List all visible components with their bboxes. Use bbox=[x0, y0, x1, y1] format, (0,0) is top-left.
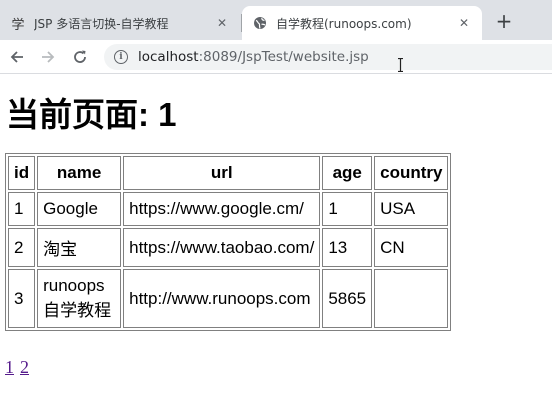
column-header-id: id bbox=[8, 156, 36, 190]
cell-id: 1 bbox=[8, 192, 36, 226]
close-icon[interactable]: ✕ bbox=[214, 15, 230, 31]
cell-country: CN bbox=[374, 228, 449, 267]
back-icon[interactable] bbox=[5, 45, 29, 69]
page-link-1[interactable]: 1 bbox=[5, 357, 14, 377]
tab-title: 自学教程(runoops.com) bbox=[276, 16, 412, 31]
browser-toolbar: i localhost:8089/JspTest/website.jsp bbox=[0, 40, 552, 74]
column-header-age: age bbox=[322, 156, 373, 190]
address-path: :8089/JspTest/website.jsp bbox=[198, 49, 369, 65]
table-row: 3 runoops自学教程 http://www.runoops.com 586… bbox=[8, 269, 449, 328]
cell-url: https://www.taobao.com/ bbox=[123, 228, 321, 267]
column-header-name: name bbox=[37, 156, 122, 190]
column-header-country: country bbox=[374, 156, 449, 190]
cell-name: Google bbox=[37, 192, 122, 226]
cell-name: 淘宝 bbox=[37, 228, 122, 267]
forward-icon[interactable] bbox=[36, 45, 60, 69]
cell-age: 5865 bbox=[322, 269, 373, 328]
column-header-url: url bbox=[123, 156, 321, 190]
table-row: 2 淘宝 https://www.taobao.com/ 13 CN bbox=[8, 228, 449, 267]
table-row: 1 Google https://www.google.cm/ 1 USA bbox=[8, 192, 449, 226]
address-bar[interactable]: i localhost:8089/JspTest/website.jsp bbox=[104, 44, 552, 70]
tab-runoops[interactable]: 自学教程(runoops.com) ✕ bbox=[242, 6, 482, 40]
page-link-2[interactable]: 2 bbox=[20, 357, 29, 377]
cell-url: https://www.google.cm/ bbox=[123, 192, 321, 226]
new-tab-button[interactable]: + bbox=[493, 9, 515, 33]
tab-strip: 学 JSP 多语言切换-自学教程 ✕ 自学教程(runoops.com) ✕ + bbox=[0, 0, 552, 40]
tab-jsp-language[interactable]: 学 JSP 多语言切换-自学教程 ✕ bbox=[0, 6, 240, 40]
tab-favicon: 学 bbox=[11, 17, 25, 33]
cell-id: 2 bbox=[8, 228, 36, 267]
cell-country bbox=[374, 269, 449, 328]
page-title: 当前页面: 1 bbox=[6, 96, 177, 133]
site-info-icon[interactable]: i bbox=[114, 50, 128, 64]
cell-age: 1 bbox=[322, 192, 373, 226]
cell-id: 3 bbox=[8, 269, 36, 328]
tab-title: JSP 多语言切换-自学教程 bbox=[34, 16, 169, 31]
reload-icon[interactable] bbox=[68, 45, 92, 69]
cell-age: 13 bbox=[322, 228, 373, 267]
website-table: id name url age country 1 Google https:/… bbox=[5, 153, 452, 331]
pagination: 12 bbox=[5, 357, 35, 378]
cell-url: http://www.runoops.com bbox=[123, 269, 321, 328]
text-cursor-icon bbox=[398, 58, 403, 72]
table-header-row: id name url age country bbox=[8, 156, 449, 190]
cell-country: USA bbox=[374, 192, 449, 226]
cell-name: runoops自学教程 bbox=[37, 269, 122, 328]
globe-icon bbox=[252, 15, 268, 31]
close-icon[interactable]: ✕ bbox=[456, 15, 472, 31]
address-host: localhost bbox=[138, 49, 199, 65]
